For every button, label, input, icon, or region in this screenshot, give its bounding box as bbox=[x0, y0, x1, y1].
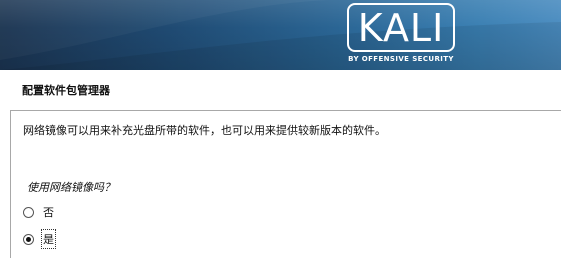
option-no[interactable]: 否 bbox=[23, 204, 55, 220]
kali-logo: KALI BY OFFENSIVE SECURITY bbox=[347, 3, 457, 66]
kali-logo-word: KALI bbox=[357, 6, 445, 50]
option-yes[interactable]: 是 bbox=[23, 229, 56, 249]
question-label: 使用网络镜像吗？ bbox=[27, 181, 115, 194]
content-panel: 网络镜像可以用来补充光盘所带的软件，也可以用来提供较新版本的软件。 使用网络镜像… bbox=[10, 110, 561, 258]
option-yes-label: 是 bbox=[41, 229, 56, 249]
page-title: 配置软件包管理器 bbox=[22, 84, 110, 97]
radio-no[interactable] bbox=[23, 206, 34, 218]
description-text: 网络镜像可以用来补充光盘所带的软件，也可以用来提供较新版本的软件。 bbox=[23, 124, 386, 137]
radio-yes[interactable] bbox=[23, 233, 34, 245]
banner-sheen bbox=[0, 0, 561, 70]
kali-logo-tagline: BY OFFENSIVE SECURITY bbox=[348, 55, 454, 63]
option-no-label: 否 bbox=[43, 206, 54, 219]
installer-banner: KALI BY OFFENSIVE SECURITY bbox=[0, 0, 561, 70]
